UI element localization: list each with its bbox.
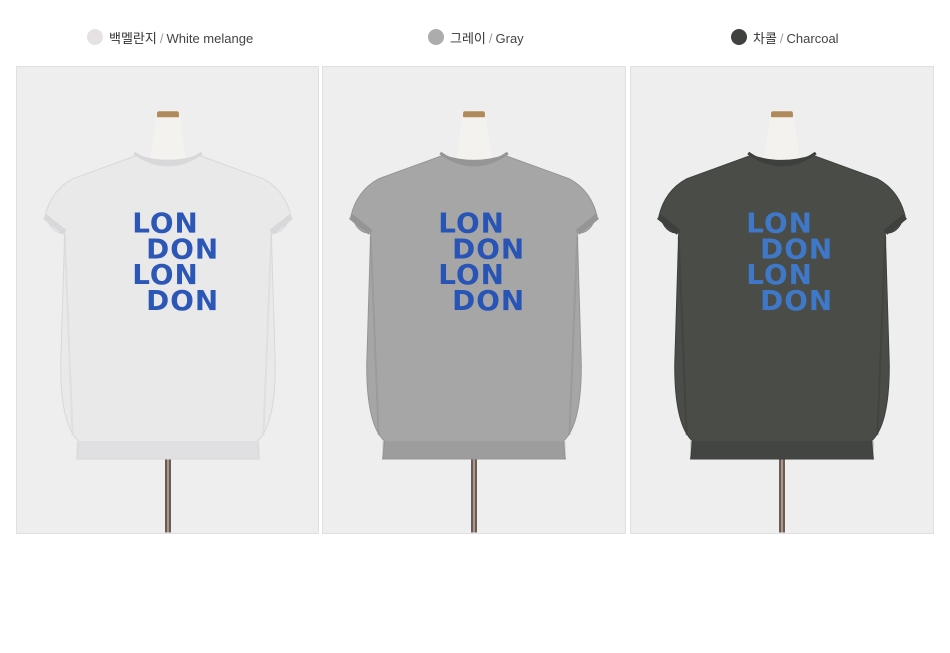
color-name-ko: 백멜란지 [109, 30, 157, 46]
color-option-charcoal[interactable]: 차콜 / Charcoal [731, 26, 839, 48]
swatch-dot-gray [428, 29, 444, 45]
mannequin-cap [463, 111, 485, 119]
product-photo-gray: LON DON LON DON [322, 66, 626, 534]
swatch-dot-charcoal [731, 29, 747, 45]
stand-pole-highlight [473, 454, 475, 533]
mannequin-cap [157, 111, 179, 119]
color-name-en: White melange [166, 30, 254, 46]
color-option-white-melange[interactable]: 백멜란지 / White melange [87, 26, 253, 48]
product-photo-charcoal: LON DON LON DON [630, 66, 934, 534]
shirt-illustration: LONDONLONDON [656, 111, 908, 533]
mannequin-cap [771, 111, 793, 119]
stand-pole-highlight [781, 454, 783, 533]
color-name-ko: 그레이 [450, 30, 486, 46]
shirt-hem-band [690, 441, 874, 459]
separator: / [159, 30, 164, 46]
print-line: DON [146, 284, 219, 317]
color-name-en: Charcoal [786, 30, 839, 46]
stand-pole-highlight [167, 454, 169, 533]
mannequin-neck [150, 117, 186, 159]
shirt-hem-band [76, 441, 260, 459]
product-photo-white-melange: LON DON LON DON [16, 66, 319, 534]
shirt-hem-band [382, 441, 566, 459]
color-options-row: 백멜란지 / White melange 그레이 / Gray 차콜 / Charcoal [0, 26, 950, 48]
color-name-ko: 차콜 [753, 30, 777, 46]
color-name-en: Gray [495, 30, 524, 46]
print-line: DON [760, 284, 833, 317]
separator: / [779, 30, 784, 46]
mannequin-neck [764, 117, 800, 159]
print-line: DON [452, 284, 525, 317]
swatch-dot-white-melange [87, 29, 103, 45]
shirt-illustration: LONDONLONDON [348, 111, 600, 533]
separator: / [488, 30, 493, 46]
color-option-gray[interactable]: 그레이 / Gray [428, 26, 524, 48]
shirt-illustration: LONDONLONDON [42, 111, 294, 533]
mannequin-neck [456, 117, 492, 159]
